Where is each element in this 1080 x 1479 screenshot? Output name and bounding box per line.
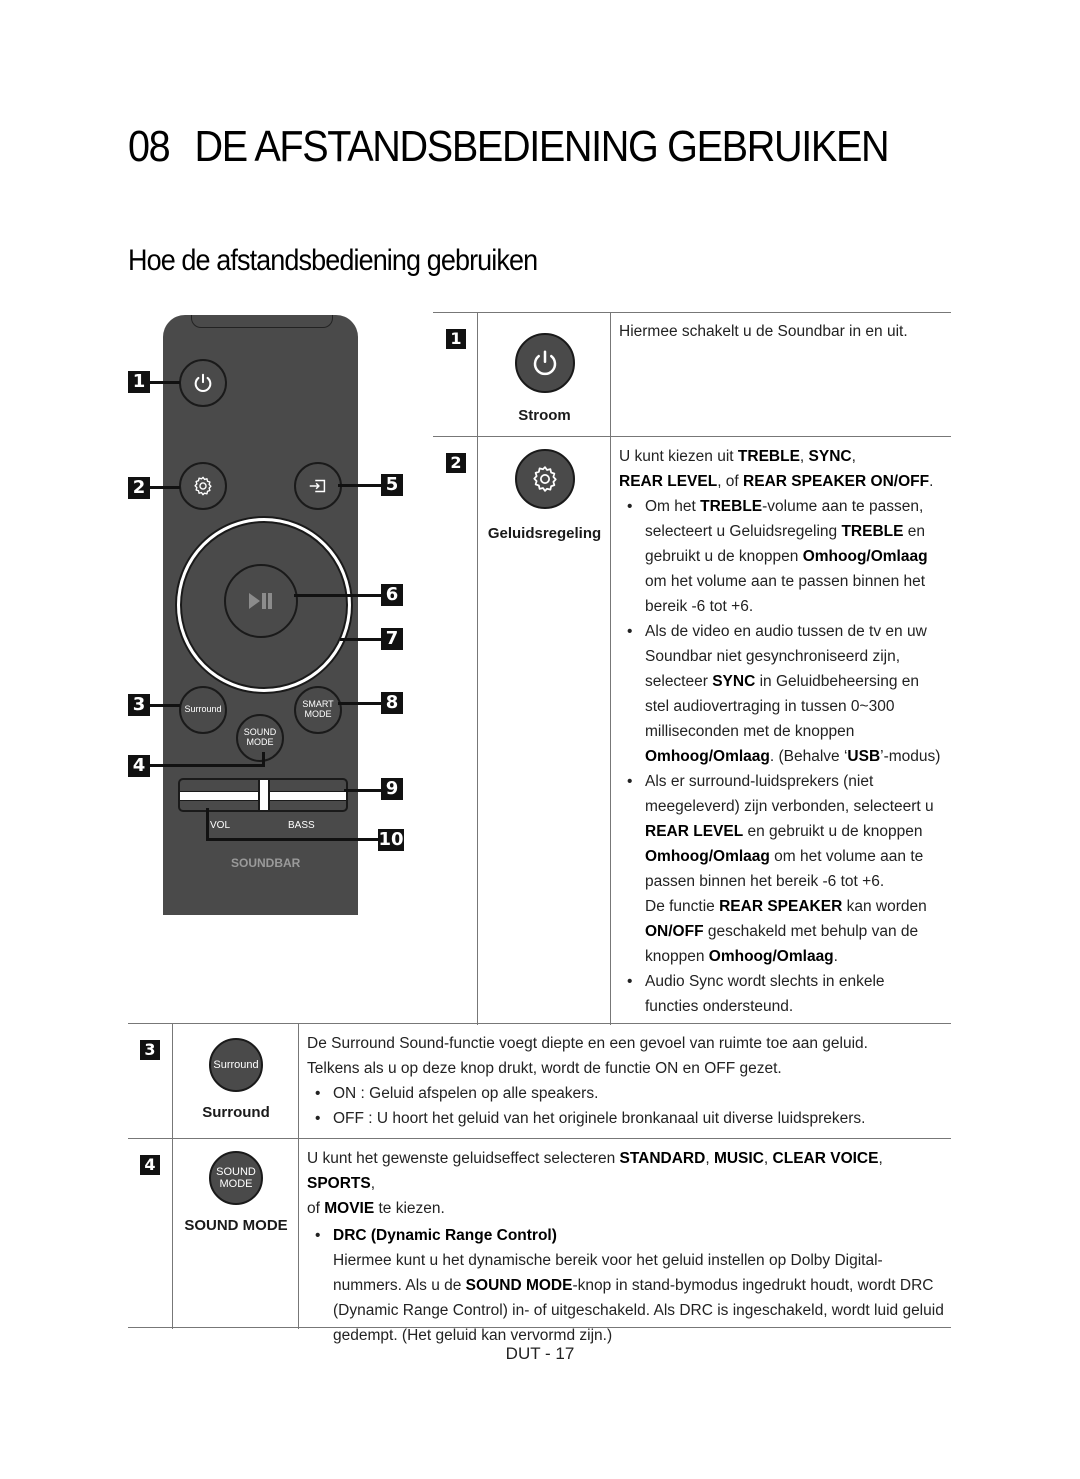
icon-label-line2: MODE [219,1178,253,1190]
callout-line-1 [150,381,180,384]
source-input-icon [309,479,326,493]
surround-bullets: ON : Geluid afspelen op alle speakers. O… [307,1081,951,1131]
rocker-divider [258,780,270,810]
row-description: U kunt kiezen uit TREBLE, SYNC, REAR LEVE… [610,437,951,1025]
list-item: Om het TREBLE-volume aan te passen, sele… [619,494,937,619]
remote-sound-mode-button: SOUND MODE [236,714,284,762]
callout-5: 5 [381,474,403,496]
page-number: DUT - 17 [505,1344,575,1363]
row-caption: Geluidsregeling [487,525,602,542]
callout-2: 2 [128,477,150,499]
sound-mode-bullets: DRC (Dynamic Range Control)Hiermee kunt … [307,1223,951,1348]
power-button-image [514,333,575,393]
row-icon-cell: SOUND MODE SOUND MODE [172,1139,299,1329]
power-description: Hiermee schakelt u de Soundbar in en uit… [619,323,908,340]
settings-intro: U kunt kiezen uit TREBLE, SYNC, REAR LEVE… [619,448,934,490]
callout-1: 1 [128,371,150,393]
callout-line-8 [338,702,382,705]
callout-line-4 [150,764,264,767]
callout-7: 7 [381,628,403,650]
table-bottom-border [128,1327,951,1328]
remote-power-button [179,359,227,407]
row-number: 2 [446,453,466,473]
callout-line-4b [262,752,265,767]
settings-button-image [514,449,575,509]
remote-play-pause-button [224,564,298,638]
page-title: 08 DE AFSTANDSBEDIENING GEBRUIKEN [128,122,890,172]
ir-window [191,315,333,328]
gear-icon [532,466,557,492]
callout-8: 8 [381,692,403,714]
callout-9: 9 [381,778,403,800]
callout-6: 6 [381,584,403,606]
callout-line-9 [344,789,382,792]
callout-line-7 [340,638,382,641]
icon-label-line1: SOUND [216,1165,256,1178]
sound-mode-line2: MODE [246,737,274,747]
play-pause-icon [249,593,272,609]
row-icon-cell: Stroom [477,313,611,436]
soundbar-brand-label: SOUNDBAR [231,856,301,870]
row-caption: SOUND MODE [184,1217,288,1234]
gear-icon [194,476,212,496]
callout-4: 4 [128,755,150,777]
table-row-surround: 3 Surround Surround De Surround Sound-fu… [128,1023,951,1138]
callout-3: 3 [128,694,150,716]
table-row-power: 1 Stroom Hiermee schakelt u de Soundbar … [433,312,951,436]
remote-smart-mode-button: SMART MODE [294,686,342,734]
row-description: De Surround Sound-functie voegt diepte e… [298,1024,951,1138]
callout-line-2 [150,486,180,489]
list-item: OFF : U hoort het geluid van het origine… [307,1106,951,1131]
callout-line-5 [338,484,382,487]
chapter-title: DE AFSTANDSBEDIENING GEBRUIKEN [194,122,890,171]
remote-settings-button [179,462,227,510]
table-row-sound-mode: 4 SOUND MODE SOUND MODE U kunt het gewen… [128,1138,951,1344]
row-icon-cell: Surround Surround [172,1024,299,1138]
smart-mode-line2: MODE [304,709,332,719]
vol-label: VOL [210,820,231,831]
sound-mode-button-image: SOUND MODE [209,1151,263,1205]
power-icon [533,350,556,376]
list-item: ON : Geluid afspelen op alle speakers. [307,1081,951,1106]
row-number: 3 [140,1040,160,1060]
table-row-settings: 2 Geluidsregeling U kunt kiezen uit TREB… [433,436,951,1025]
surround-button-image: Surround [209,1038,263,1092]
callout-line-10 [208,838,380,841]
row-caption: Surround [202,1104,270,1121]
chapter-number: 08 [128,122,171,171]
list-item: Audio Sync wordt slechts in enkele funct… [619,969,925,1019]
remote-surround-button: Surround [179,686,227,734]
bass-label: BASS [288,820,315,831]
row-number: 4 [140,1155,160,1175]
row-caption: Stroom [518,407,571,424]
callout-line-10b [206,808,209,841]
row-icon-cell: Geluidsregeling [477,437,611,1025]
settings-bullets: Om het TREBLE-volume aan te passen, sele… [619,494,951,1019]
callout-10: 10 [378,829,404,851]
surround-line1: De Surround Sound-functie voegt diepte e… [307,1035,868,1052]
sound-mode-intro: U kunt het gewenste geluidseffect select… [307,1150,883,1217]
remote-source-button [294,462,342,510]
row-number: 1 [446,329,466,349]
row-description: Hiermee schakelt u de Soundbar in en uit… [610,313,951,436]
list-item: Als er surround-luidsprekers (niet meege… [619,769,950,969]
button-table-top: 1 Stroom Hiermee schakelt u de Soundbar … [433,312,951,1025]
list-item: DRC (Dynamic Range Control)Hiermee kunt … [307,1223,951,1348]
button-table-bottom: 3 Surround Surround De Surround Sound-fu… [128,1023,951,1344]
row-description: U kunt het gewenste geluidseffect select… [298,1139,951,1344]
surround-line2: Telkens als u op deze knop drukt, wordt … [307,1060,782,1077]
power-icon [194,373,212,392]
section-title: Hoe de afstandsbediening gebruiken [128,244,538,277]
callout-line-6 [294,594,382,597]
remote-vol-bass-rocker [178,778,348,812]
callout-line-3 [150,704,180,707]
list-item: Als de video en audio tussen de tv en uw… [619,619,945,769]
